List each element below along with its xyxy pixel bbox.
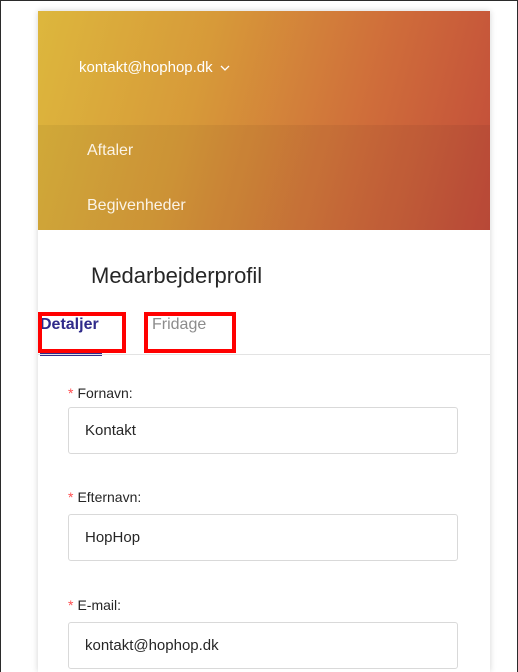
email-label: * E-mail: [68, 597, 121, 613]
highlight-box-fridage [144, 312, 236, 353]
account-email: kontakt@hophop.dk [79, 59, 213, 76]
last-name-label-text: Efternavn: [77, 489, 142, 505]
app-header: kontakt@hophop.dk Aftaler Begivenheder [38, 11, 490, 230]
first-name-input[interactable] [85, 422, 457, 439]
first-name-label-text: Fornavn: [77, 385, 133, 401]
last-name-input[interactable] [85, 529, 457, 546]
required-mark: * [68, 597, 74, 613]
chevron-down-icon [220, 65, 230, 71]
required-mark: * [68, 489, 74, 505]
highlight-box-details [38, 312, 126, 353]
email-field[interactable] [68, 622, 458, 669]
tabs-divider [38, 354, 490, 355]
account-dropdown[interactable]: kontakt@hophop.dk [79, 59, 231, 76]
page-title: Medarbejderprofil [91, 263, 263, 288]
nav-item-aftaler[interactable]: Aftaler [87, 142, 133, 160]
last-name-field[interactable] [68, 514, 458, 561]
first-name-field[interactable] [68, 407, 458, 454]
email-label-text: E-mail: [77, 597, 122, 613]
last-name-label: * Efternavn: [68, 489, 141, 505]
nav-item-begivenheder[interactable]: Begivenheder [87, 197, 186, 215]
email-input[interactable] [85, 637, 457, 654]
required-mark: * [68, 385, 74, 401]
first-name-label: * Fornavn: [68, 385, 133, 401]
